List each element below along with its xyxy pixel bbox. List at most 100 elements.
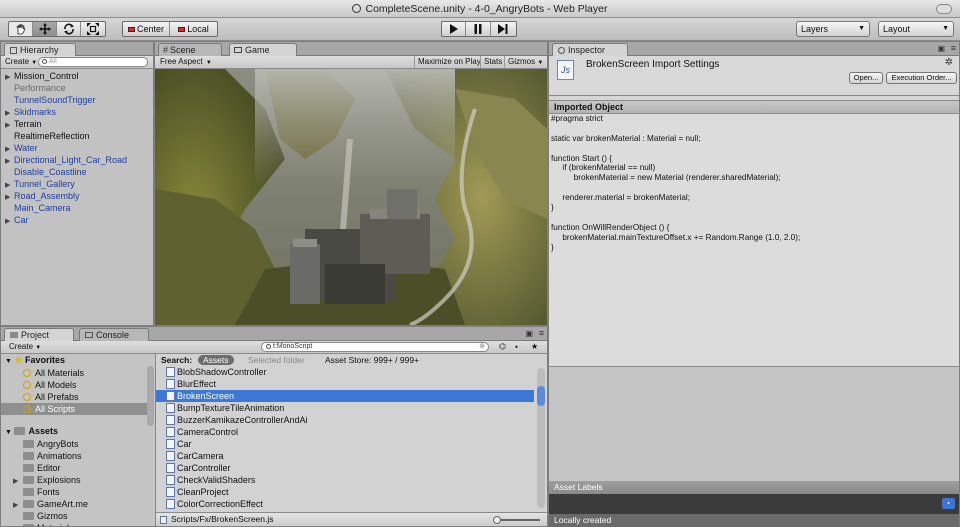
assets-filter-button[interactable]: Assets	[198, 355, 234, 365]
js-file-icon	[166, 367, 175, 377]
script-item[interactable]: CarController	[156, 462, 534, 474]
tab-project[interactable]: Project	[4, 328, 74, 341]
script-item[interactable]: BuzzerKamikazeControllerAndAi	[156, 414, 534, 426]
favorite-item[interactable]: All Models	[1, 379, 148, 391]
script-item[interactable]: BrokenScreen	[156, 390, 534, 402]
tab-scene[interactable]: # Scene	[158, 43, 222, 56]
tab-hierarchy[interactable]: Hierarchy	[4, 43, 76, 56]
hierarchy-item[interactable]: Performance	[5, 82, 66, 94]
hierarchy-item[interactable]: RealtimeReflection	[5, 130, 90, 142]
script-item[interactable]: CameraControl	[156, 426, 534, 438]
stats-toggle[interactable]: Stats	[480, 56, 505, 68]
folder-item[interactable]: ▶ Explosions	[13, 474, 81, 486]
script-item[interactable]: BlobShadowController	[156, 366, 534, 378]
js-file-icon	[166, 487, 175, 497]
lock-icon[interactable]: ▣	[937, 44, 945, 53]
hand-tool-button[interactable]	[9, 22, 33, 36]
selected-folder-button[interactable]: Selected folder	[248, 354, 305, 366]
step-button[interactable]	[491, 22, 516, 36]
filter-type-icon[interactable]: ⌬	[499, 341, 506, 353]
aspect-dropdown[interactable]: Free Aspect ▼	[160, 56, 212, 69]
folder-item[interactable]: Fonts	[13, 486, 60, 498]
scrollbar-thumb[interactable]	[537, 386, 545, 406]
scripts-scrollbar[interactable]	[537, 368, 545, 508]
hand-icon	[16, 23, 26, 34]
thumbnail-size-slider[interactable]	[493, 516, 540, 524]
layout-dropdown[interactable]: Layout ▼	[878, 21, 954, 37]
script-item[interactable]: CarCamera	[156, 450, 534, 462]
tag-icon[interactable]: ⬩	[942, 498, 955, 509]
filter-label-icon[interactable]: ⬩	[515, 341, 518, 353]
asset-store-button[interactable]: Asset Store: 999+ / 999+	[325, 354, 419, 366]
open-button[interactable]: Open...	[849, 72, 883, 84]
folder-item[interactable]: Editor	[13, 462, 61, 474]
hierarchy-item[interactable]: Main_Camera	[5, 202, 71, 214]
tab-game[interactable]: Game	[229, 43, 297, 56]
favorite-item[interactable]: All Scripts	[1, 403, 148, 415]
move-tool-button[interactable]	[33, 22, 57, 36]
main-toolbar: Center Local Layers ▼ Layout ▼	[0, 18, 960, 41]
favorite-star-icon[interactable]: ★	[531, 341, 538, 353]
expand-arrow-icon: ▼	[5, 358, 12, 365]
script-label: Car	[177, 439, 192, 449]
folder-item[interactable]: ▶ GameArt.me	[13, 498, 88, 510]
script-item[interactable]: ColorCorrectionEffect	[156, 498, 534, 510]
info-icon	[558, 47, 565, 54]
script-item[interactable]: BumpTextureTileAnimation	[156, 402, 534, 414]
hierarchy-item[interactable]: ▶ Car	[5, 214, 29, 228]
favorite-item[interactable]: All Materials	[1, 367, 148, 379]
script-label: BuzzerKamikazeControllerAndAi	[177, 415, 308, 425]
tab-console[interactable]: Console	[79, 328, 149, 341]
hierarchy-item[interactable]: TunnelSoundTrigger	[5, 94, 95, 106]
folder-item[interactable]: AngryBots	[13, 438, 79, 450]
center-button[interactable]: Center	[123, 22, 171, 36]
favorite-label: All Models	[35, 380, 77, 390]
project-search-input[interactable]: t:MonoScript ⊗	[261, 342, 489, 352]
folder-item[interactable]: Animations	[13, 450, 82, 462]
hierarchy-item-label: TunnelSoundTrigger	[14, 95, 96, 105]
inspector-header: Js BrokenScreen Import Settings ✲ Open..…	[549, 56, 959, 96]
script-item[interactable]: Car	[156, 438, 534, 450]
clear-search-icon[interactable]: ⊗	[479, 343, 485, 351]
tree-scrollbar[interactable]	[147, 366, 154, 426]
expand-arrow-icon[interactable]: ▶	[5, 216, 14, 228]
script-item[interactable]: BlurEffect	[156, 378, 534, 390]
menu-icon[interactable]: ≡	[539, 328, 544, 338]
tab-inspector[interactable]: Inspector	[552, 43, 628, 56]
create-dropdown[interactable]: Create ▼	[9, 341, 41, 354]
slider-knob[interactable]	[493, 516, 501, 524]
code-line: if (brokenMaterial == null)	[551, 163, 656, 173]
create-dropdown[interactable]: Create ▼	[5, 56, 37, 69]
window-resize-icon[interactable]	[936, 4, 952, 14]
scale-tool-button[interactable]	[81, 22, 105, 36]
js-file-icon	[166, 475, 175, 485]
hierarchy-search-input[interactable]: All	[38, 57, 148, 67]
script-item[interactable]: CheckValidShaders	[156, 474, 534, 486]
execution-order-button[interactable]: Execution Order...	[886, 72, 957, 84]
chevron-down-icon: ▼	[31, 60, 38, 66]
console-icon	[85, 332, 93, 338]
menu-icon[interactable]: ≡	[951, 43, 956, 53]
local-button[interactable]: Local	[170, 22, 217, 36]
gear-icon[interactable]: ✲	[945, 57, 953, 68]
folder-item[interactable]: Materials	[13, 522, 74, 526]
layers-dropdown[interactable]: Layers ▼	[796, 21, 870, 37]
game-viewport[interactable]	[155, 69, 547, 325]
favorites-header[interactable]: ▼ ★ Favorites	[5, 355, 65, 366]
play-button[interactable]	[442, 22, 467, 36]
rotate-tool-button[interactable]	[57, 22, 81, 36]
folder-item[interactable]: Gizmos	[13, 510, 68, 522]
maximize-on-play-toggle[interactable]: Maximize on Play	[414, 56, 484, 68]
gizmos-dropdown[interactable]: Gizmos ▼	[504, 56, 546, 69]
folder-icon	[23, 476, 34, 484]
pause-button[interactable]	[466, 22, 491, 36]
hierarchy-item[interactable]: Disable_Coastline	[5, 166, 87, 178]
script-label: BrokenScreen	[177, 391, 235, 401]
pivot-toggles: Center Local	[122, 21, 218, 37]
script-item[interactable]: ColorCorrectionEffectPCM_35	[156, 510, 534, 511]
script-item[interactable]: CleanProject	[156, 486, 534, 498]
lock-icon[interactable]: ▣	[525, 329, 533, 338]
favorite-item[interactable]: All Prefabs	[1, 391, 148, 403]
assets-header[interactable]: ▼ Assets	[5, 426, 58, 436]
favorite-label: All Materials	[35, 368, 85, 378]
